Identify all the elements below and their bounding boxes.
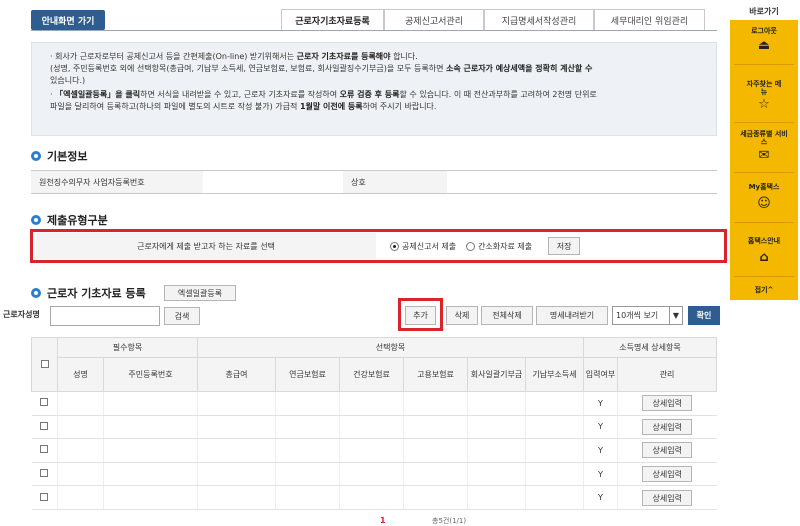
- row-checkbox[interactable]: [40, 492, 49, 501]
- sidebar-item-hometax-guide[interactable]: 홈택스안내 ⌂: [730, 237, 798, 265]
- detail-input-button[interactable]: 상세입력: [642, 442, 693, 459]
- tab-divider: [31, 30, 717, 31]
- radio-checked-icon: [390, 241, 399, 251]
- select-all-cell: [31, 337, 58, 392]
- excel-upload-button[interactable]: 엑셀일괄등록: [164, 285, 236, 301]
- col-name: 성명: [57, 357, 104, 392]
- divider: [734, 122, 794, 123]
- logout-icon: ⏏: [757, 38, 771, 53]
- detail-input-button[interactable]: 상세입력: [642, 466, 693, 483]
- biz-no-label: 원천징수의무자 사업자등록번호: [31, 171, 203, 193]
- divider: [734, 222, 794, 223]
- col-health: 건강보험료: [339, 357, 404, 392]
- row-checkbox[interactable]: [40, 398, 49, 407]
- company-name-value: [447, 171, 717, 193]
- section-bullet-icon: [31, 215, 41, 225]
- radio-unchecked-icon: [466, 241, 476, 251]
- worker-name-input[interactable]: [50, 306, 160, 326]
- row-input-status: Y: [583, 438, 618, 463]
- divider: [734, 276, 794, 277]
- worker-table: 필수항목 선택항목 소득명세 상세항목 성명 주민등록번호 총급여 연금보험료 …: [31, 337, 717, 510]
- row-input-status: Y: [583, 391, 618, 416]
- detail-input-button[interactable]: 상세입력: [642, 395, 693, 412]
- main-content: 안내화면 가기 근로자기초자료등록 공제신고서관리 지급명세서작성관리 세무대리…: [0, 0, 728, 525]
- search-button[interactable]: 검색: [164, 307, 200, 325]
- table-row: Y 상세입력: [31, 438, 717, 463]
- row-input-status: Y: [583, 485, 618, 510]
- table-row: Y 상세입력: [31, 415, 717, 440]
- col-employment: 고용보험료: [403, 357, 468, 392]
- company-name-label: 상호: [343, 171, 447, 193]
- col-total-salary: 총급여: [197, 357, 276, 392]
- col-resident-no: 주민등록번호: [103, 357, 198, 392]
- search-label: 근로자성명: [3, 310, 40, 319]
- detail-input-button[interactable]: 상세입력: [642, 418, 693, 435]
- radio-deduction-report[interactable]: 공제신고서 제출: [390, 241, 456, 252]
- sidebar-item-logout[interactable]: 로그아웃 ⏏: [730, 27, 798, 53]
- detail-input-button[interactable]: 상세입력: [642, 489, 693, 506]
- collapse-button[interactable]: 접기^: [730, 286, 798, 294]
- table-row: Y 상세입력: [31, 485, 717, 510]
- section-bullet-icon: [31, 288, 41, 298]
- quick-menu-bar: 로그아웃 ⏏ 자주찾는 메뉴 ☆ 세금종류별 서비스 ✉ My홈택스 ☺ 홈택스…: [730, 20, 798, 300]
- basic-info-title: 기본정보: [31, 148, 87, 164]
- guide-screen-button[interactable]: 안내화면 가기: [31, 10, 105, 30]
- delete-all-button[interactable]: 전체삭제: [481, 306, 533, 325]
- page-size-select[interactable]: 10개씩 보기 ▼: [612, 306, 683, 325]
- section-bullet-icon: [31, 151, 41, 161]
- submit-type-box: 근로자에게 제출 받고자 하는 자료를 선택 공제신고서 제출 간소화자료 제출…: [30, 229, 727, 263]
- submit-type-title: 제출유형구분: [31, 212, 108, 228]
- worker-section-title: 근로자 기초자료 등록: [31, 285, 146, 301]
- table-row: Y 상세입력: [31, 462, 717, 487]
- delete-button[interactable]: 삭제: [446, 306, 478, 325]
- tab-bar: 근로자기초자료등록 공제신고서관리 지급명세서작성관리 세무대리인 위임관리: [281, 9, 705, 31]
- select-all-checkbox[interactable]: [40, 359, 49, 368]
- chevron-down-icon: ▼: [669, 307, 682, 324]
- col-manage: 관리: [617, 357, 717, 392]
- submit-type-label: 근로자에게 제출 받고자 하는 자료를 선택: [36, 233, 376, 259]
- col-pension: 연금보험료: [275, 357, 340, 392]
- pagination: 1 총5건(1/1): [0, 516, 728, 525]
- col-donation: 회사일괄기부금: [467, 357, 526, 392]
- tab-deduction-report[interactable]: 공제신고서관리: [384, 9, 484, 31]
- biz-no-value: [203, 171, 343, 193]
- download-statement-button[interactable]: 명세내려받기: [536, 306, 608, 325]
- total-count: 총5건(1/1): [432, 517, 467, 525]
- quick-menu: 바로가기 로그아웃 ⏏ 자주찾는 메뉴 ☆ 세금종류별 서비스 ✉ My홈택스 …: [728, 0, 800, 524]
- divider: [734, 64, 794, 65]
- home-icon: ⌂: [759, 250, 769, 265]
- sidebar-item-tax-services[interactable]: 세금종류별 서비스 ✉: [730, 130, 798, 163]
- col-prepaid-tax: 기납부소득세: [525, 357, 584, 392]
- tab-worker-basic-data[interactable]: 근로자기초자료등록: [281, 9, 384, 31]
- group-detail: 소득명세 상세항목: [583, 337, 717, 358]
- table-row: Y 상세입력: [31, 391, 717, 416]
- group-required: 필수항목: [57, 337, 198, 358]
- radio-simplified-data[interactable]: 간소화자료 제출: [466, 241, 532, 252]
- save-button[interactable]: 저장: [548, 237, 581, 255]
- col-input-status: 입력여부: [583, 357, 618, 392]
- add-button[interactable]: 추가: [405, 306, 436, 325]
- row-input-status: Y: [583, 462, 618, 487]
- person-icon: ☺: [757, 196, 771, 211]
- confirm-button[interactable]: 확인: [688, 306, 720, 325]
- row-checkbox[interactable]: [40, 421, 49, 430]
- tab-tax-agent[interactable]: 세무대리인 위임관리: [594, 9, 705, 31]
- quick-menu-title: 바로가기: [749, 7, 779, 16]
- group-optional: 선택항목: [197, 337, 584, 358]
- sidebar-item-favorites[interactable]: 자주찾는 메뉴 ☆: [730, 80, 798, 112]
- notice-box: · 회사가 근로자로부터 공제신고서 등을 간편제출(On-line) 받기위해…: [31, 42, 717, 136]
- row-checkbox[interactable]: [40, 469, 49, 478]
- tax-icon: ✉: [758, 148, 770, 163]
- basic-info-row: 원천징수의무자 사업자등록번호 상호: [31, 170, 717, 194]
- row-input-status: Y: [583, 415, 618, 440]
- star-icon: ☆: [758, 97, 770, 112]
- row-checkbox[interactable]: [40, 445, 49, 454]
- divider: [734, 172, 794, 173]
- sidebar-item-my-hometax[interactable]: My홈택스 ☺: [730, 183, 798, 211]
- tab-payment-statement[interactable]: 지급명세서작성관리: [484, 9, 594, 31]
